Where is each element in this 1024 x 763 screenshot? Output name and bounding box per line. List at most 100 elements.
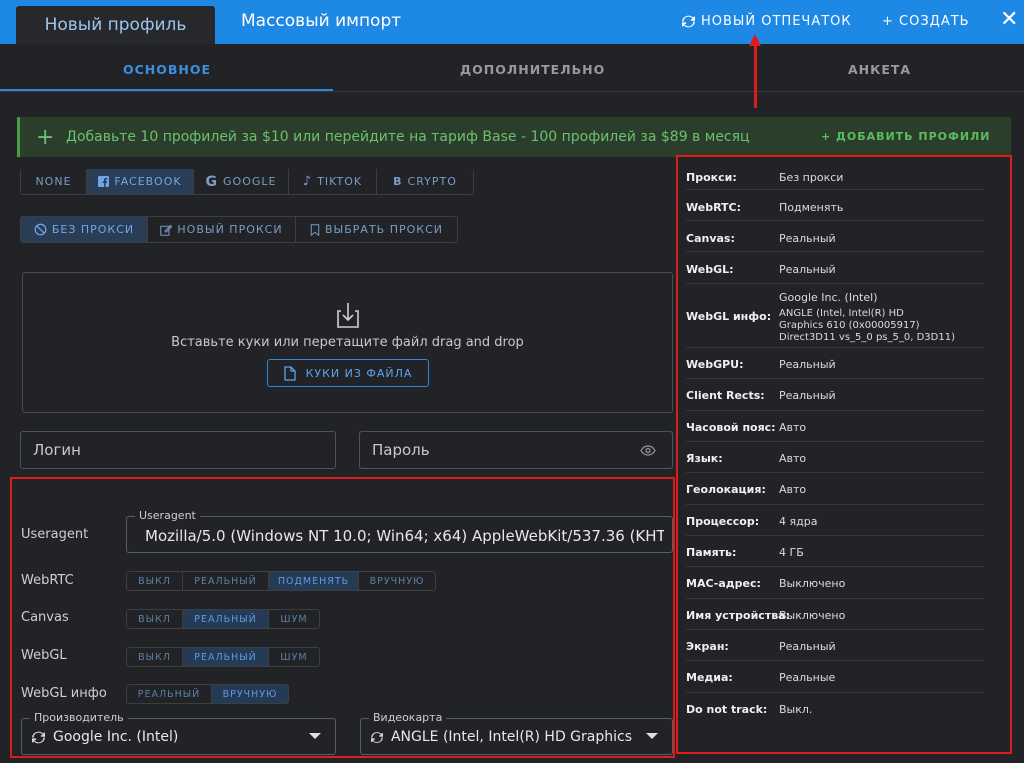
summary-row-proxy: Прокси: Без прокси xyxy=(686,170,984,190)
summary-value: Выключено xyxy=(779,609,846,622)
summary-row-client-rects: Client Rects: Реальный xyxy=(686,379,984,411)
proxy-selector: БЕЗ ПРОКСИ НОВЫЙ ПРОКСИ ВЫБРАТЬ ПРОКСИ xyxy=(20,216,458,243)
webgl-real[interactable]: РЕАЛЬНЫЙ xyxy=(183,648,269,666)
canvas-noise[interactable]: ШУМ xyxy=(269,610,319,628)
tab-questionnaire[interactable]: АНКЕТА xyxy=(848,62,911,77)
proxy-none[interactable]: БЕЗ ПРОКСИ xyxy=(21,217,148,242)
webgl-noise[interactable]: ШУМ xyxy=(269,648,319,666)
tab-mass-import[interactable]: Массовый импорт xyxy=(241,11,401,31)
summary-key: Язык: xyxy=(686,452,723,465)
renderer-value: ANGLE (Intel, Intel(R) HD Graphics xyxy=(390,729,632,745)
summary-value: Выключено xyxy=(779,577,846,590)
new-fingerprint-button[interactable]: НОВЫЙ ОТПЕЧАТОК xyxy=(682,14,852,29)
webgl-info-label: WebGL инфо xyxy=(21,686,107,701)
summary-row-memory: Память: 4 ГБ xyxy=(686,536,984,567)
summary-value: 4 ГБ xyxy=(779,546,804,559)
create-button[interactable]: + СОЗДАТЬ xyxy=(882,14,970,29)
canvas-off[interactable]: ВЫКЛ xyxy=(127,610,183,628)
summary-key: MAC-адрес: xyxy=(686,577,761,590)
summary-row-cpu: Процессор: 4 ядра xyxy=(686,505,984,536)
useragent-label: Useragent xyxy=(21,527,89,542)
chevron-down-icon xyxy=(309,733,321,739)
summary-value: Авто xyxy=(779,421,807,434)
renderer-select[interactable]: Видеокарта ANGLE (Intel, Intel(R) HD Gra… xyxy=(360,711,673,755)
cookies-from-file-button[interactable]: КУКИ ИЗ ФАЙЛА xyxy=(267,359,429,387)
summary-key: WebRTC: xyxy=(686,201,742,214)
platform-tiktok-label: TIKTOK xyxy=(317,175,363,188)
platform-selector: NONE FACEBOOK G GOOGLE ♪ TIKTOK B CRYPTO xyxy=(20,169,474,195)
summary-value: Авто xyxy=(779,452,807,465)
summary-value: Авто xyxy=(779,483,807,496)
summary-value: Выкл. xyxy=(779,703,813,716)
top-bar: Новый профиль Массовый импорт НОВЫЙ ОТПЕ… xyxy=(0,0,1024,44)
summary-key: WebGL: xyxy=(686,263,734,276)
summary-row-media: Медиа: Реальные xyxy=(686,661,984,693)
webrtc-spoof[interactable]: ПОДМЕНЯТЬ xyxy=(269,572,359,590)
platform-none[interactable]: NONE xyxy=(21,169,87,194)
facebook-icon xyxy=(98,176,110,187)
tiktok-icon: ♪ xyxy=(302,174,313,189)
webgl-info-manual[interactable]: ВРУЧНУЮ xyxy=(212,685,288,703)
summary-row-canvas: Canvas: Реальный xyxy=(686,221,984,252)
summary-value: 4 ядра xyxy=(779,515,818,528)
sub-tabs: ОСНОВНОЕ ДОПОЛНИТЕЛЬНО АНКЕТА xyxy=(0,44,1024,92)
webgl-info-selector: РЕАЛЬНЫЙ ВРУЧНУЮ xyxy=(126,684,289,704)
vendor-value: Google Inc. (Intel) xyxy=(53,729,179,745)
summary-key: Медиа: xyxy=(686,671,733,684)
proxy-new-label: НОВЫЙ ПРОКСИ xyxy=(177,223,283,236)
summary-row-geolocation: Геолокация: Авто xyxy=(686,473,984,505)
summary-key: Canvas: xyxy=(686,232,735,245)
webgl-info-real[interactable]: РЕАЛЬНЫЙ xyxy=(127,685,212,703)
useragent-legend: Useragent xyxy=(135,509,200,522)
platform-facebook[interactable]: FACEBOOK xyxy=(87,169,194,194)
platform-google[interactable]: G GOOGLE xyxy=(194,169,289,194)
vendor-select[interactable]: Производитель Google Inc. (Intel) xyxy=(21,711,336,755)
summary-value: Без прокси xyxy=(779,171,844,184)
edit-icon xyxy=(160,224,173,236)
cookie-drop-area[interactable]: Вставьте куки или перетащите файл drag a… xyxy=(22,272,673,413)
tab-mass-import-label: Массовый импорт xyxy=(241,11,402,31)
eye-icon[interactable] xyxy=(640,445,656,456)
platform-tiktok[interactable]: ♪ TIKTOK xyxy=(289,169,377,194)
summary-key: Прокси: xyxy=(686,171,737,184)
chevron-down-icon xyxy=(646,733,658,739)
login-field[interactable]: Логин xyxy=(20,431,336,469)
summary-key: Экран: xyxy=(686,640,729,653)
proxy-new[interactable]: НОВЫЙ ПРОКСИ xyxy=(148,217,296,242)
platform-crypto[interactable]: B CRYPTO xyxy=(377,169,473,194)
tab-basic[interactable]: ОСНОВНОЕ xyxy=(123,62,211,77)
active-tab-indicator xyxy=(0,89,333,91)
canvas-selector: ВЫКЛ РЕАЛЬНЫЙ ШУМ xyxy=(126,609,320,629)
promo-banner: + Добавьте 10 профилей за $10 или перейд… xyxy=(17,117,1011,157)
tab-additional[interactable]: ДОПОЛНИТЕЛЬНО xyxy=(460,62,605,77)
summary-key: Имя устройства: xyxy=(686,609,790,622)
useragent-field[interactable]: Useragent Mozilla/5.0 (Windows NT 10.0; … xyxy=(126,509,673,553)
summary-value: Реальные xyxy=(779,671,836,684)
useragent-value: Mozilla/5.0 (Windows NT 10.0; Win64; x64… xyxy=(145,527,664,545)
canvas-real[interactable]: РЕАЛЬНЫЙ xyxy=(183,610,269,628)
summary-row-webrtc: WebRTC: Подменять xyxy=(686,190,984,221)
webgl-off[interactable]: ВЫКЛ xyxy=(127,648,183,666)
summary-value: Google Inc. (Intel) xyxy=(779,291,878,304)
summary-key: Client Rects: xyxy=(686,389,765,402)
plus-icon: + xyxy=(36,124,55,150)
annotation-arrow-head xyxy=(749,34,761,46)
password-field[interactable]: Пароль xyxy=(359,431,673,469)
webrtc-real[interactable]: РЕАЛЬНЫЙ xyxy=(183,572,269,590)
webrtc-manual[interactable]: ВРУЧНУЮ xyxy=(359,572,435,590)
renderer-legend: Видеокарта xyxy=(369,711,447,724)
proxy-none-label: БЕЗ ПРОКСИ xyxy=(51,223,135,236)
proxy-choose[interactable]: ВЫБРАТЬ ПРОКСИ xyxy=(296,217,457,242)
close-icon[interactable]: ✕ xyxy=(1000,9,1018,31)
platform-google-label: GOOGLE xyxy=(223,175,277,188)
summary-value: Подменять xyxy=(779,201,844,214)
summary-key: Часовой пояс: xyxy=(686,421,776,434)
summary-row-mac: MAC-адрес: Выключено xyxy=(686,567,984,599)
password-placeholder: Пароль xyxy=(372,441,430,459)
add-profiles-button[interactable]: + ДОБАВИТЬ ПРОФИЛИ xyxy=(821,130,990,143)
tab-new-profile[interactable]: Новый профиль xyxy=(16,6,215,44)
login-placeholder: Логин xyxy=(33,441,81,459)
webrtc-off[interactable]: ВЫКЛ xyxy=(127,572,183,590)
platform-crypto-label: CRYPTO xyxy=(407,175,457,188)
bookmark-icon xyxy=(310,223,320,236)
